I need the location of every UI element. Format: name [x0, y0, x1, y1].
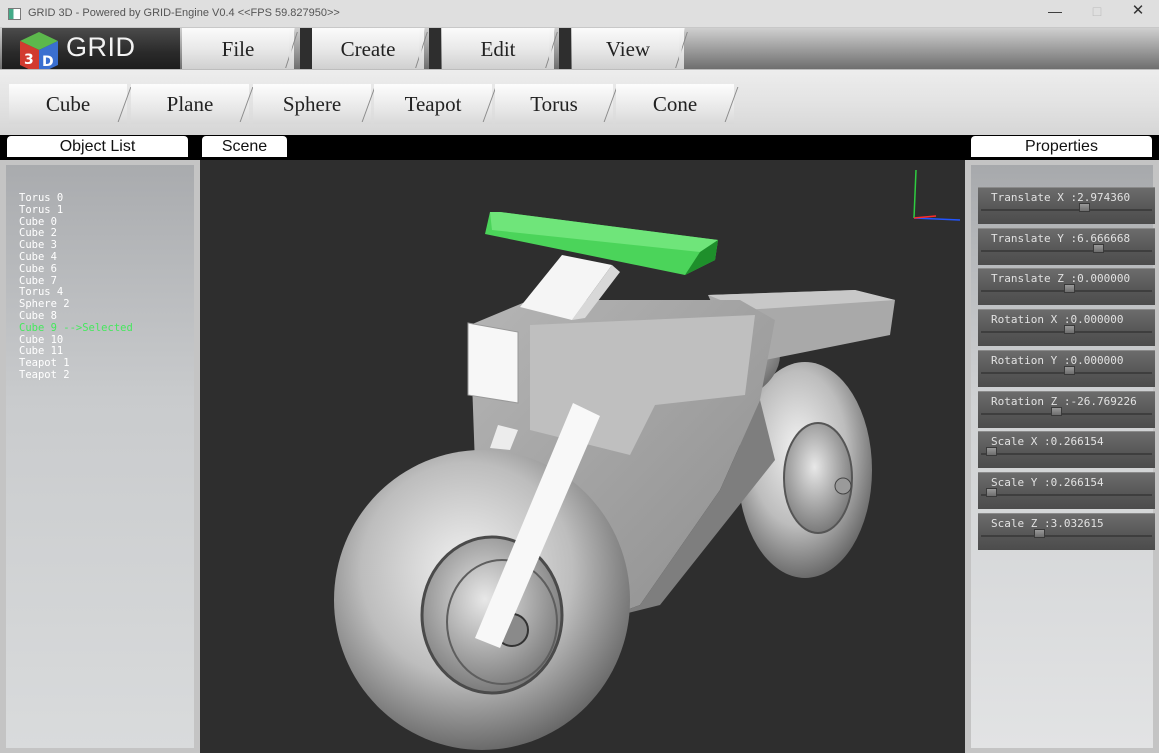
slider-thumb[interactable]: [1078, 203, 1090, 212]
headlight-cube: [467, 322, 519, 404]
button-divider: [724, 87, 739, 122]
title-bar: GRID 3D - Powered by GRID-Engine V0.4 <<…: [0, 0, 1159, 28]
property-label: Scale Y :0.266154: [991, 475, 1104, 489]
tab-divider: [285, 32, 298, 68]
create-cube-button[interactable]: Cube: [9, 84, 132, 124]
front-wheel: [334, 450, 630, 750]
property-label: Translate Z :0.000000: [991, 272, 1131, 286]
maximize-button[interactable]: □: [1076, 0, 1118, 24]
object-list-item[interactable]: Cube 6: [19, 263, 133, 276]
menu-separator: [559, 28, 571, 69]
slider-track[interactable]: [981, 453, 1152, 456]
minimize-button[interactable]: —: [1034, 0, 1076, 24]
grid-logo: 3 D GRID: [2, 28, 180, 74]
slider-track[interactable]: [981, 412, 1152, 415]
menu-create-label: Create: [340, 37, 396, 61]
create-sphere-label: Sphere: [282, 92, 342, 116]
property-label: Scale Z :3.032615: [991, 516, 1104, 530]
property-slider[interactable]: Scale Z :3.032615: [978, 512, 1155, 550]
menu-bar: 3 D GRID File Create Edit View: [0, 28, 1159, 74]
property-slider[interactable]: Translate Z :0.000000: [978, 268, 1155, 306]
object-list-item[interactable]: Cube 8: [19, 310, 133, 323]
slider-track[interactable]: [981, 249, 1152, 252]
slider-thumb[interactable]: [1093, 243, 1104, 253]
object-list-title: Object List: [7, 136, 188, 157]
close-button[interactable]: ✕: [1117, 0, 1159, 24]
object-list-item[interactable]: Teapot 2: [19, 369, 133, 382]
scene-render: [334, 169, 961, 750]
menu-file-label: File: [221, 37, 255, 61]
property-label: Rotation Y :0.000000: [991, 353, 1124, 367]
button-divider: [117, 87, 132, 122]
property-label: Translate Y :6.666668: [991, 231, 1131, 245]
property-label: Translate X :2.974360: [991, 191, 1131, 204]
slider-thumb[interactable]: [1064, 284, 1076, 294]
slider-track[interactable]: [981, 493, 1152, 496]
slider-track[interactable]: [981, 534, 1152, 537]
property-slider[interactable]: Translate X :2.974360: [978, 187, 1155, 224]
object-list-box: Torus 0 Torus 1 Cube 0 Cube 2 Cube 3 Cube 4 Cu…: [6, 165, 194, 748]
object-list: Torus 0 Torus 1 Cube 0 Cube 2 Cube 3 Cube 4 Cu…: [19, 192, 133, 382]
property-slider[interactable]: Rotation Z :-26.769226: [978, 390, 1155, 428]
property-slider[interactable]: Rotation X :0.000000: [978, 309, 1155, 347]
property-label: Rotation Z :-26.769226: [991, 394, 1137, 408]
properties-panel: Translate X :2.974360 Translate Y :6.6666…: [965, 160, 1159, 753]
object-list-item[interactable]: Torus 1: [19, 204, 133, 217]
menu-edit[interactable]: Edit: [442, 28, 558, 69]
slider-thumb[interactable]: [985, 487, 997, 497]
window-title: GRID 3D - Powered by GRID-Engine V0.4 <<…: [28, 7, 340, 19]
menu-create[interactable]: Create: [312, 28, 428, 69]
tab-divider: [415, 32, 428, 68]
app-icon: [8, 8, 21, 20]
create-cone-label: Cone: [652, 92, 698, 116]
property-slider[interactable]: Scale Y :0.266154: [978, 471, 1155, 509]
slider-track[interactable]: [981, 209, 1152, 211]
property-slider[interactable]: Translate Y :6.666668: [978, 227, 1155, 265]
create-plane-button[interactable]: Plane: [131, 84, 254, 124]
property-label: Rotation X :0.000000: [991, 313, 1124, 327]
menu-file[interactable]: File: [182, 28, 298, 69]
object-list-panel: Torus 0 Torus 1 Cube 0 Cube 2 Cube 3 Cube 4 Cu…: [0, 160, 200, 753]
primitive-toolbar: Cube Plane Sphere Teapot Torus Cone: [0, 69, 1159, 135]
object-list-item-selected[interactable]: Cube 9 -->Selected: [19, 322, 133, 335]
properties-box: Translate X :2.974360 Translate Y :6.6666…: [971, 165, 1155, 748]
create-torus-label: Torus: [530, 92, 578, 116]
svg-text:3: 3: [24, 52, 34, 68]
create-plane-label: Plane: [166, 92, 214, 116]
menu-view[interactable]: View: [572, 28, 688, 69]
slider-thumb[interactable]: [1051, 406, 1063, 416]
create-cube-label: Cube: [45, 92, 91, 116]
button-divider: [239, 87, 254, 122]
property-slider[interactable]: Rotation Y :0.000000: [978, 349, 1155, 387]
svg-text:D: D: [42, 54, 54, 70]
properties-title: Properties: [971, 136, 1152, 157]
menu-edit-label: Edit: [480, 37, 516, 61]
menu-separator: [300, 28, 312, 69]
slider-thumb[interactable]: [985, 447, 997, 457]
create-sphere-button[interactable]: Sphere: [253, 84, 376, 124]
object-list-item[interactable]: Cube 4: [19, 251, 133, 264]
create-teapot-label: Teapot: [404, 92, 462, 116]
slider-thumb[interactable]: [1064, 365, 1076, 375]
tab-divider: [545, 32, 558, 68]
slider-thumb[interactable]: [1033, 528, 1045, 538]
slider-thumb[interactable]: [1064, 325, 1076, 335]
scene-title: Scene: [202, 136, 287, 157]
create-torus-button[interactable]: Torus: [495, 84, 618, 124]
create-teapot-button[interactable]: Teapot: [374, 84, 497, 124]
logo-text: GRID: [66, 32, 136, 62]
create-cone-button[interactable]: Cone: [616, 84, 739, 124]
axis-gizmo: [913, 169, 961, 221]
menu-separator: [429, 28, 441, 69]
tab-divider: [675, 32, 688, 68]
scene-viewport[interactable]: [200, 160, 965, 753]
menu-view-label: View: [605, 37, 651, 61]
property-slider[interactable]: Scale X :0.266154: [978, 431, 1155, 469]
property-label: Scale X :0.266154: [991, 435, 1104, 449]
